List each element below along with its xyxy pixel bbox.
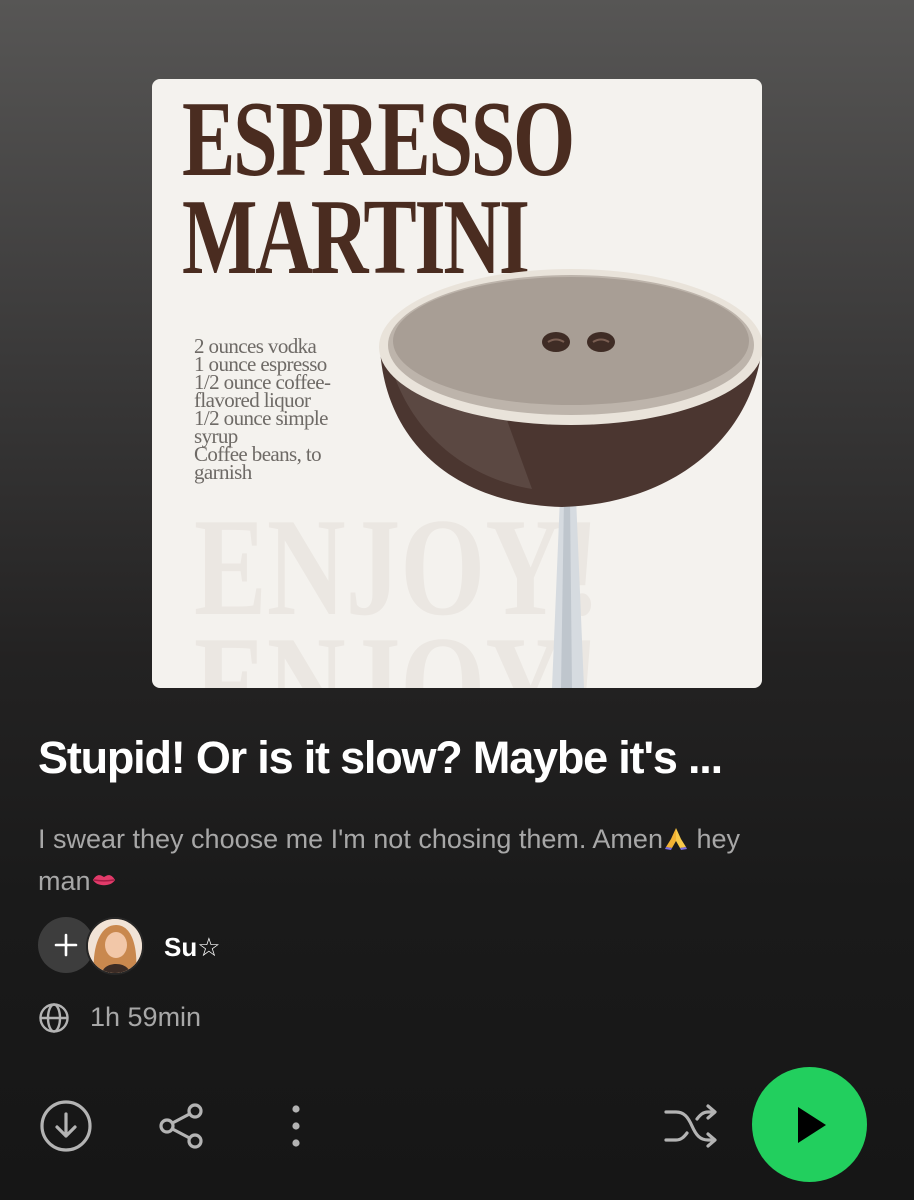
owner-avatar[interactable]: [86, 917, 144, 975]
play-button[interactable]: [752, 1067, 867, 1182]
plus-icon: [54, 933, 78, 957]
share-button[interactable]: [152, 1096, 212, 1156]
martini-glass-illustration: [379, 269, 762, 688]
owner-name[interactable]: Su☆: [164, 932, 221, 963]
playlist-description: I swear they choose me I'm not chosing t…: [38, 824, 741, 896]
play-icon: [797, 1106, 826, 1143]
kiss-mark-emoji-icon: [92, 875, 115, 886]
shuffle-icon: [664, 1104, 717, 1148]
more-vertical-icon: [292, 1105, 300, 1147]
playlist-title: Stupid! Or is it slow? Maybe it's ...: [38, 732, 723, 783]
shuffle-button[interactable]: [658, 1096, 724, 1156]
globe-icon: [39, 1003, 69, 1033]
download-button[interactable]: [36, 1096, 96, 1156]
playlist-duration: 1h 59min: [90, 1002, 202, 1032]
playlist-cover-art: ENJOY! ENJOY! ESPRESSO MARTINI 2 ounces …: [152, 79, 762, 688]
download-icon: [40, 1100, 92, 1152]
share-icon: [159, 1103, 203, 1149]
folded-hands-emoji-icon: [664, 828, 687, 850]
more-options-button[interactable]: [266, 1096, 326, 1156]
